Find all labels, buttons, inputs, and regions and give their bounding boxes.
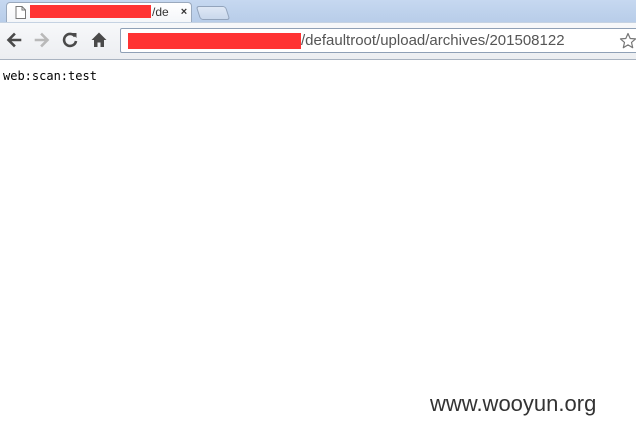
close-tab-icon[interactable]: × [178,5,190,19]
redacted-host [30,5,151,18]
reload-icon[interactable] [60,30,80,50]
page-body-text: web:scan:test [3,69,97,83]
page-icon [15,6,26,19]
forward-arrow-icon[interactable] [32,30,52,50]
address-bar[interactable]: /defaultroot/upload/archives/201508122 [120,28,636,53]
browser-tab[interactable]: /de × [6,2,192,22]
watermark: www.wooyun.org [430,391,597,416]
tab-strip: /de × [0,0,636,22]
new-tab-button[interactable] [195,6,231,20]
home-icon[interactable] [89,30,109,50]
url-path: /defaultroot/upload/archives/201508122 [301,32,565,49]
star-icon[interactable] [619,32,636,50]
back-arrow-icon[interactable] [4,30,24,50]
browser-toolbar: /defaultroot/upload/archives/201508122 [0,22,636,60]
tab-title: /de [152,5,169,19]
redacted-host [128,33,301,49]
